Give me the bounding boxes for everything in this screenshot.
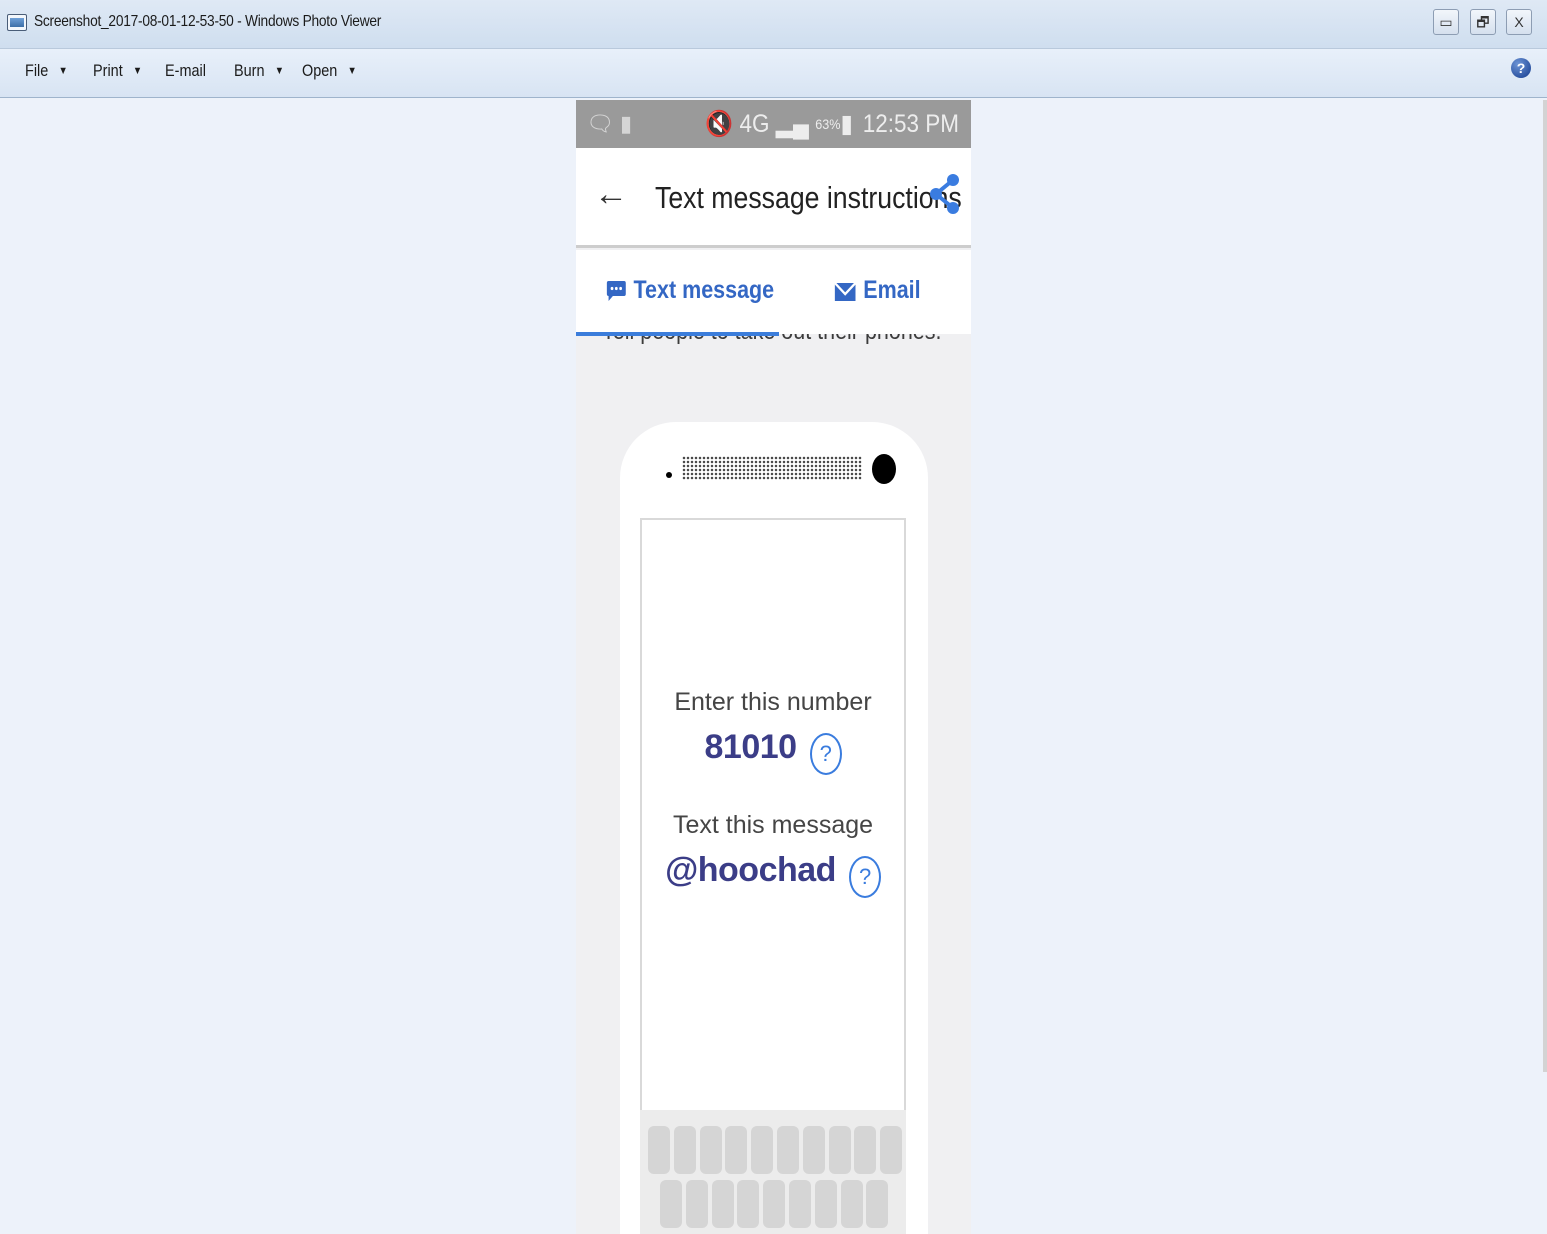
page-title: Text message instructions (655, 180, 962, 215)
chevron-down-icon: ▼ (347, 65, 357, 77)
keyboard-key (699, 1126, 722, 1174)
keyboard-key (673, 1126, 696, 1174)
tab-text-message-label: Text message (633, 276, 775, 304)
signal-icon: 🔇 4G ▂▄ (705, 110, 809, 138)
tab-email-label: Email (863, 276, 921, 304)
keyboard-key (751, 1126, 774, 1174)
menu-file[interactable]: File ▼ (25, 61, 68, 81)
keyboard-key (725, 1126, 748, 1174)
keyboard-key (737, 1180, 760, 1228)
window-title: Screenshot_2017-08-01-12-53-50 - Windows… (34, 13, 382, 30)
chevron-down-icon: ▼ (274, 65, 284, 77)
menu-bar: File ▼ Print ▼ E-mail Burn ▼ Open ▼ ? (0, 49, 1547, 98)
camera-icon (872, 454, 896, 484)
message-row: @hoochad ? (642, 851, 904, 898)
tab-bar: Text message Email (576, 250, 971, 334)
notification-icons: 🗨 ▮ (586, 111, 633, 136)
displayed-image: 🗨 ▮ 🔇 4G ▂▄ 63%▮ 12:53 PM ← Text message… (576, 100, 971, 1234)
keyboard-key (685, 1180, 708, 1228)
keyboard-key (789, 1180, 811, 1228)
menu-burn[interactable]: Burn ▼ (234, 61, 284, 81)
help-icon[interactable]: ? (1511, 58, 1531, 78)
menu-open-label: Open (302, 61, 338, 80)
battery-icon: ▮ (840, 110, 853, 138)
menu-print-label: Print (93, 61, 123, 80)
app-bar: ← Text message instructions (576, 148, 971, 248)
chat-bubble-icon (606, 281, 626, 301)
tab-email: Email (834, 276, 921, 305)
envelope-icon (834, 282, 857, 301)
clock: 12:53 PM (862, 110, 959, 138)
menu-burn-label: Burn (234, 61, 265, 80)
photo-viewer-icon (7, 14, 27, 31)
battery-percent: 63% (815, 116, 841, 132)
chevron-down-icon: ▼ (132, 65, 143, 77)
menu-file-label: File (25, 61, 49, 80)
keyboard-key (828, 1126, 851, 1174)
menu-email-label: E-mail (165, 61, 206, 80)
message-keyword: @hoochad (665, 851, 836, 889)
back-arrow-icon: ← (594, 175, 628, 213)
keyboard-key (880, 1126, 903, 1174)
sensor-dot (666, 472, 672, 478)
menu-email[interactable]: E-mail (165, 61, 206, 81)
menu-print[interactable]: Print ▼ (93, 61, 142, 81)
speaker-grille (682, 456, 862, 480)
text-message-label: Text this message (672, 811, 874, 839)
share-icon (930, 174, 959, 214)
number-row: 81010 ? (642, 728, 904, 775)
keyboard-key (854, 1126, 877, 1174)
window-edge (1543, 100, 1547, 1072)
keyboard-key (866, 1180, 889, 1228)
keyboard-illustration (640, 1110, 906, 1234)
title-bar: Screenshot_2017-08-01-12-53-50 - Windows… (0, 0, 1547, 49)
keyboard-key (777, 1126, 799, 1174)
keyboard-key (711, 1180, 734, 1228)
question-circle-icon: ? (848, 856, 881, 898)
tab-text-message: Text message (606, 276, 774, 305)
keyboard-key (648, 1126, 670, 1174)
keyboard-key (763, 1180, 786, 1228)
status-right: 🔇 4G ▂▄ 63%▮ 12:53 PM (705, 109, 959, 139)
chevron-down-icon: ▼ (58, 65, 68, 77)
keyboard-key (802, 1126, 825, 1174)
selected-tab-indicator (576, 332, 779, 336)
keyboard-key (660, 1180, 682, 1228)
minimize-button[interactable]: ▭ (1433, 9, 1459, 35)
close-button[interactable]: X (1506, 9, 1532, 35)
menu-open[interactable]: Open ▼ (302, 61, 357, 81)
keyboard-key (814, 1180, 837, 1228)
restore-button[interactable]: 🗗 (1470, 9, 1496, 35)
enter-number-label: Enter this number (674, 688, 872, 716)
phone-illustration: Enter this number 81010 ? Text this mess… (620, 422, 928, 1234)
android-status-bar: 🗨 ▮ 🔇 4G ▂▄ 63%▮ 12:53 PM (576, 100, 971, 148)
short-code: 81010 (704, 728, 798, 766)
question-circle-icon: ? (809, 733, 842, 775)
keyboard-key (840, 1180, 863, 1228)
